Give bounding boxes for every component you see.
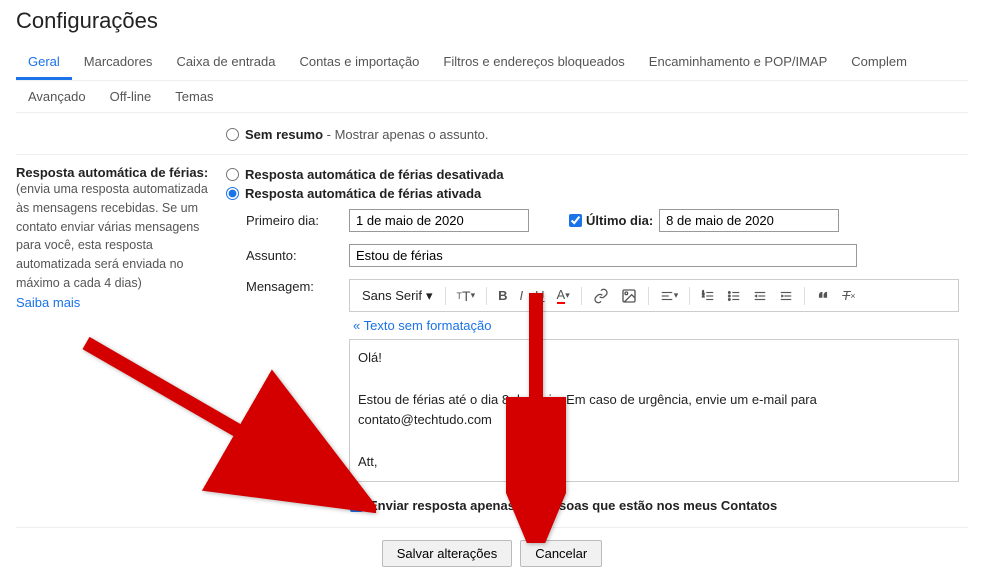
message-editor[interactable]: Olá! Estou de férias até o dia 8 de maio… [349, 339, 959, 482]
tab-avancado[interactable]: Avançado [16, 81, 98, 112]
bold-button[interactable]: B [493, 285, 512, 306]
subject-input[interactable] [349, 244, 857, 267]
indent-more-button[interactable] [774, 286, 798, 306]
contacts-only-checkbox[interactable] [350, 499, 363, 512]
text-color-button[interactable]: A▾ [552, 284, 575, 307]
cancel-button[interactable]: Cancelar [520, 540, 602, 567]
message-line-2: Estou de férias até o dia 8 de maio. Em … [358, 390, 950, 432]
indent-less-button[interactable] [748, 286, 772, 306]
message-label: Mensagem: [246, 279, 341, 294]
label-sem-resumo: Sem resumo [245, 127, 323, 142]
tab-complementos[interactable]: Complem [839, 46, 919, 80]
message-line-1: Olá! [358, 348, 950, 369]
footer: Salvar alterações Cancelar [16, 527, 968, 579]
save-button[interactable]: Salvar alterações [382, 540, 512, 567]
tab-contas-importacao[interactable]: Contas e importação [287, 46, 431, 80]
first-day-label: Primeiro dia: [246, 213, 341, 228]
radio-vacation-on[interactable] [226, 187, 239, 200]
learn-more-link[interactable]: Saiba mais [16, 295, 80, 310]
label-vacation-off: Resposta automática de férias desativada [245, 167, 504, 182]
last-day-checkbox[interactable] [569, 214, 582, 227]
desc-sem-resumo: - Mostrar apenas o assunto. [323, 127, 488, 142]
quote-button[interactable] [811, 286, 835, 306]
link-button[interactable] [588, 285, 614, 307]
tab-marcadores[interactable]: Marcadores [72, 46, 165, 80]
vacation-section-title: Resposta automática de férias: [16, 165, 208, 180]
plain-text-link[interactable]: « Texto sem formatação [349, 312, 496, 339]
chevron-down-icon: ▾ [426, 288, 433, 304]
tab-offline[interactable]: Off-line [98, 81, 164, 112]
tab-filtros[interactable]: Filtros e endereços bloqueados [431, 46, 636, 80]
radio-sem-resumo[interactable] [226, 128, 239, 141]
tabs-row-2: Avançado Off-line Temas [16, 81, 968, 113]
last-day-input[interactable] [659, 209, 839, 232]
svg-text:2: 2 [702, 293, 705, 298]
subject-label: Assunto: [246, 248, 341, 263]
chevron-down-icon: ▾ [471, 290, 476, 301]
underline-button[interactable]: U [530, 285, 549, 306]
font-size-button[interactable]: TT▾ [452, 285, 481, 307]
first-day-input[interactable] [349, 209, 529, 232]
message-line-3: Att, [358, 452, 950, 473]
italic-button[interactable]: I [515, 285, 529, 306]
tab-caixa-entrada[interactable]: Caixa de entrada [164, 46, 287, 80]
radio-vacation-off[interactable] [226, 168, 239, 181]
page-title: Configurações [16, 0, 968, 46]
image-button[interactable] [616, 285, 642, 307]
tab-geral[interactable]: Geral [16, 46, 72, 80]
vacation-section-desc: (envia uma resposta automatizada às mens… [16, 180, 214, 293]
last-day-label: Último dia: [586, 213, 653, 228]
tabs-row-1: Geral Marcadores Caixa de entrada Contas… [16, 46, 968, 81]
remove-format-button[interactable]: T× [837, 285, 860, 306]
tab-encaminhamento[interactable]: Encaminhamento e POP/IMAP [637, 46, 839, 80]
label-vacation-on: Resposta automática de férias ativada [245, 186, 481, 201]
tab-temas[interactable]: Temas [163, 81, 225, 112]
align-button[interactable]: ▾ [655, 286, 684, 306]
bullet-list-button[interactable] [722, 286, 746, 306]
numbered-list-button[interactable]: 12 [696, 286, 720, 306]
contacts-only-label: Enviar resposta apenas às pessoas que es… [369, 498, 777, 513]
font-family-dropdown[interactable]: Sans Serif ▾ [356, 286, 439, 306]
message-toolbar: Sans Serif ▾ TT▾ B I U A▾ [349, 279, 959, 312]
